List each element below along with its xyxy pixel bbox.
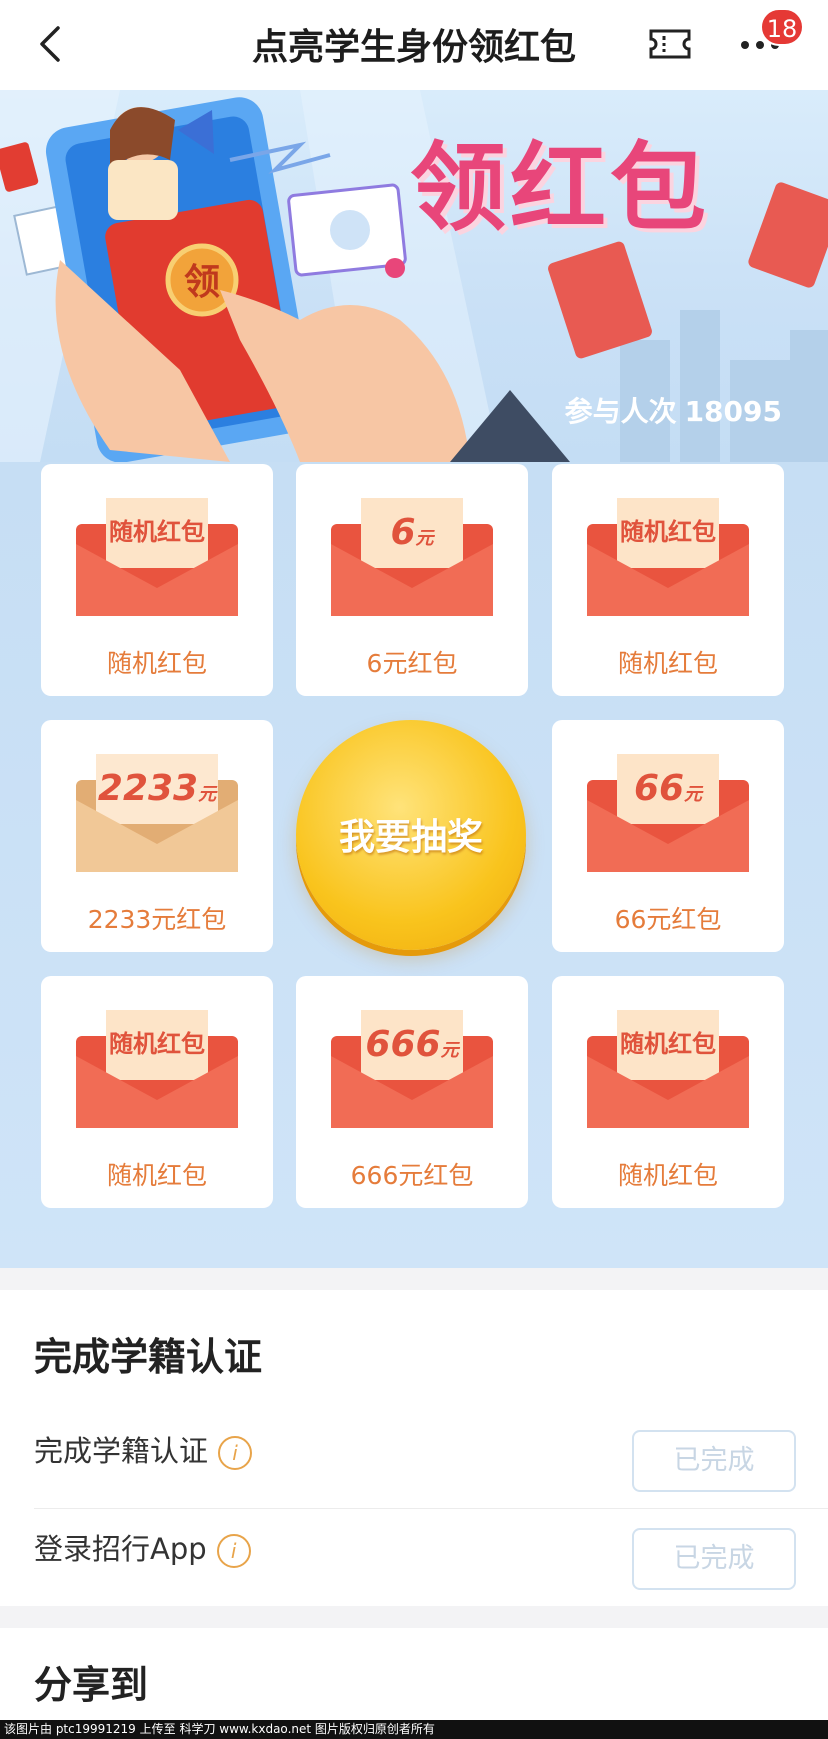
share-title: 分享到 (34, 1663, 149, 1707)
prize-label: 2233元红包 (87, 905, 227, 934)
prize-label: 随机红包 (106, 649, 207, 678)
section-title: 完成学籍认证 (34, 1335, 263, 1379)
watermark-text: 该图片由 ptc19991219 上传至 科学刀 www.kxdao.net 图… (0, 1720, 828, 1739)
notification-badge: 18 (760, 8, 804, 46)
red-envelope-icon: 随机红包 (587, 498, 749, 616)
banner-headline: 领红包 (410, 132, 710, 244)
prize-label: 随机红包 (617, 1161, 718, 1190)
prize-card-6[interactable]: 6元 6元红包 (296, 464, 528, 696)
prize-label: 666元红包 (350, 1161, 474, 1190)
red-envelope-icon: 随机红包 (76, 1010, 238, 1128)
task-label: 登录招行App (34, 1532, 207, 1566)
task-row-student-cert: 完成学籍认证 i (34, 1428, 253, 1470)
page-title: 点亮学生身份领红包 (251, 27, 576, 68)
prize-card-random-4[interactable]: 随机红包 随机红包 (552, 976, 784, 1208)
coin-char: 领 (184, 262, 220, 303)
info-icon[interactable]: i (216, 1534, 251, 1568)
task-row-login-app: 登录招行App i (34, 1526, 251, 1568)
prize-card-2233[interactable]: 2233元 2233元红包 (41, 720, 273, 952)
svg-text:随机红包: 随机红包 (109, 1030, 205, 1058)
prize-card-random-3[interactable]: 随机红包 随机红包 (41, 976, 273, 1208)
certification-section: 完成学籍认证 完成学籍认证 i 已完成 登录招行App i 已完成 (0, 1290, 828, 1606)
prize-label: 随机红包 (617, 649, 718, 678)
prize-label: 随机红包 (106, 1161, 207, 1190)
red-envelope-icon: 66元 (587, 754, 749, 872)
participants-count: 参与人次 18095 (564, 395, 782, 428)
prize-card-666[interactable]: 666元 666元红包 (296, 976, 528, 1208)
draw-lottery-button[interactable]: 我要抽奖 (296, 720, 526, 950)
promo-banner: 领 领红包 参与人次 18095 (0, 90, 828, 462)
prize-card-66[interactable]: 66元 66元红包 (552, 720, 784, 952)
info-icon[interactable]: i (218, 1436, 253, 1470)
prize-grid: 随机红包 随机红包 6元 6元红包 随机红包 随机红包 2233元 2233元红… (0, 462, 828, 1268)
prize-card-random-1[interactable]: 随机红包 随机红包 (41, 464, 273, 696)
prize-card-random-2[interactable]: 随机红包 随机红包 (552, 464, 784, 696)
completed-button[interactable]: 已完成 (632, 1430, 796, 1492)
completed-button[interactable]: 已完成 (632, 1528, 796, 1590)
prize-label: 6元红包 (366, 649, 458, 678)
ticket-icon[interactable] (648, 28, 692, 60)
svg-text:随机红包: 随机红包 (620, 1030, 716, 1058)
prize-label: 66元红包 (614, 905, 722, 934)
red-envelope-icon: 6元 (331, 498, 493, 616)
red-envelope-icon: 随机红包 (76, 498, 238, 616)
top-bar: 点亮学生身份领红包 18 (0, 0, 828, 90)
svg-text:随机红包: 随机红包 (620, 518, 716, 546)
task-label: 完成学籍认证 (34, 1434, 209, 1468)
red-envelope-icon: 666元 (331, 1010, 493, 1128)
red-envelope-icon: 随机红包 (587, 1010, 749, 1128)
divider (34, 1508, 828, 1509)
gold-envelope-icon: 2233元 (76, 754, 238, 872)
svg-text:随机红包: 随机红包 (109, 518, 205, 546)
